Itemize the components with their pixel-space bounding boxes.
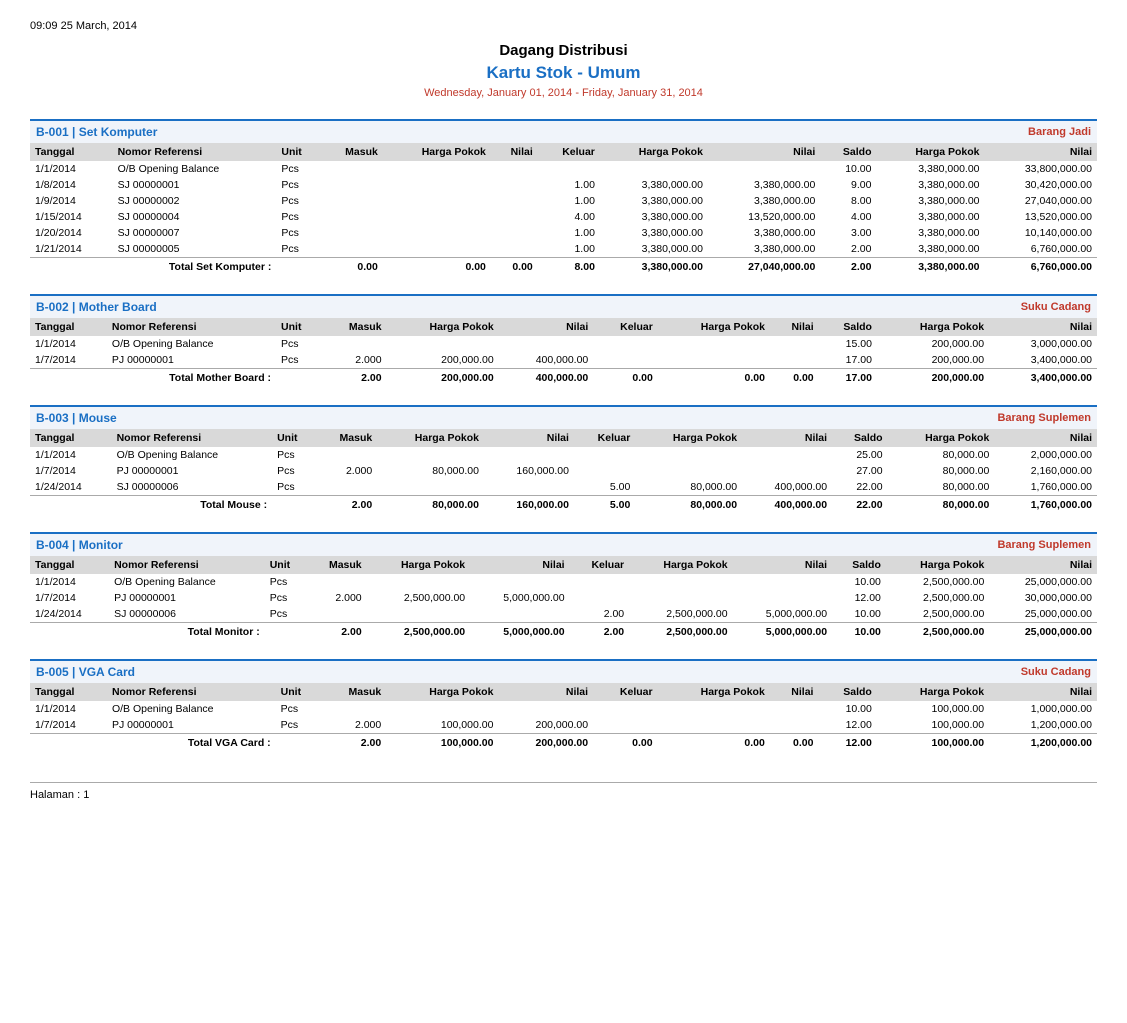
section-header-B-002: B-002 | Mother Board Suku Cadang (30, 296, 1097, 318)
table-row: 1/1/2014O/B Opening BalancePcs10.002,500… (30, 574, 1097, 590)
table-row: 1/21/2014SJ 00000005Pcs1.003,380,000.003… (30, 241, 1097, 258)
table-row: 1/15/2014SJ 00000004Pcs4.003,380,000.001… (30, 209, 1097, 225)
table-row: 1/1/2014O/B Opening BalancePcs25.0080,00… (30, 447, 1097, 463)
section-title-B-001: B-001 | Set Komputer (36, 125, 157, 139)
section-type-B-002: Suku Cadang (1021, 301, 1091, 313)
table-row: 1/7/2014PJ 00000001Pcs2.000100,000.00200… (30, 717, 1097, 734)
table-B-002: TanggalNomor ReferensiUnitMasukHarga Pok… (30, 318, 1097, 387)
section-type-B-001: Barang Jadi (1028, 126, 1091, 138)
table-row: 1/24/2014SJ 00000006Pcs2.002,500,000.005… (30, 606, 1097, 623)
table-row: 1/7/2014PJ 00000001Pcs2.00080,000.00160,… (30, 463, 1097, 479)
report-subtitle: Kartu Stok - Umum (30, 63, 1097, 83)
section-B-004: B-004 | Monitor Barang Suplemen TanggalNom… (30, 532, 1097, 641)
total-row-B-003: Total Mouse :2.0080,000.00160,000.005.00… (30, 496, 1097, 515)
section-header-B-001: B-001 | Set Komputer Barang Jadi (30, 121, 1097, 143)
section-B-003: B-003 | Mouse Barang Suplemen TanggalNomor… (30, 405, 1097, 514)
section-title-B-004: B-004 | Monitor (36, 538, 123, 552)
total-row-B-005: Total VGA Card :2.00100,000.00200,000.00… (30, 734, 1097, 753)
report-date: Wednesday, January 01, 2014 - Friday, Ja… (30, 87, 1097, 99)
table-row: 1/7/2014PJ 00000001Pcs2.000200,000.00400… (30, 352, 1097, 369)
table-B-003: TanggalNomor ReferensiUnitMasukHarga Pok… (30, 429, 1097, 514)
table-row: 1/9/2014SJ 00000002Pcs1.003,380,000.003,… (30, 193, 1097, 209)
section-type-B-005: Suku Cadang (1021, 666, 1091, 678)
table-B-004: TanggalNomor ReferensiUnitMasukHarga Pok… (30, 556, 1097, 641)
section-type-B-004: Barang Suplemen (997, 539, 1091, 551)
table-row: 1/7/2014PJ 00000001Pcs2.0002,500,000.005… (30, 590, 1097, 606)
section-title-B-002: B-002 | Mother Board (36, 300, 157, 314)
section-B-002: B-002 | Mother Board Suku Cadang TanggalNo… (30, 294, 1097, 387)
section-header-B-003: B-003 | Mouse Barang Suplemen (30, 407, 1097, 429)
total-row-B-002: Total Mother Board :2.00200,000.00400,00… (30, 369, 1097, 388)
section-title-B-003: B-003 | Mouse (36, 411, 117, 425)
footer: Halaman : 1 (30, 782, 1097, 801)
total-row-B-004: Total Monitor :2.002,500,000.005,000,000… (30, 623, 1097, 642)
section-title-B-005: B-005 | VGA Card (36, 665, 135, 679)
total-row-B-001: Total Set Komputer :0.000.000.008.003,38… (30, 258, 1097, 277)
section-B-005: B-005 | VGA Card Suku Cadang TanggalNomor … (30, 659, 1097, 752)
table-row: 1/1/2014O/B Opening BalancePcs10.00100,0… (30, 701, 1097, 717)
table-row: 1/1/2014O/B Opening BalancePcs15.00200,0… (30, 336, 1097, 352)
section-type-B-003: Barang Suplemen (997, 412, 1091, 424)
table-row: 1/1/2014O/B Opening BalancePcs10.003,380… (30, 161, 1097, 177)
table-row: 1/24/2014SJ 00000006Pcs5.0080,000.00400,… (30, 479, 1097, 496)
table-row: 1/8/2014SJ 00000001Pcs1.003,380,000.003,… (30, 177, 1097, 193)
section-header-B-004: B-004 | Monitor Barang Suplemen (30, 534, 1097, 556)
table-row: 1/20/2014SJ 00000007Pcs1.003,380,000.003… (30, 225, 1097, 241)
table-B-005: TanggalNomor ReferensiUnitMasukHarga Pok… (30, 683, 1097, 752)
section-header-B-005: B-005 | VGA Card Suku Cadang (30, 661, 1097, 683)
table-B-001: TanggalNomor ReferensiUnitMasukHarga Pok… (30, 143, 1097, 276)
timestamp: 09:09 25 March, 2014 (30, 20, 1097, 32)
report-title: Dagang Distribusi (30, 42, 1097, 59)
section-B-001: B-001 | Set Komputer Barang Jadi TanggalNo… (30, 119, 1097, 276)
